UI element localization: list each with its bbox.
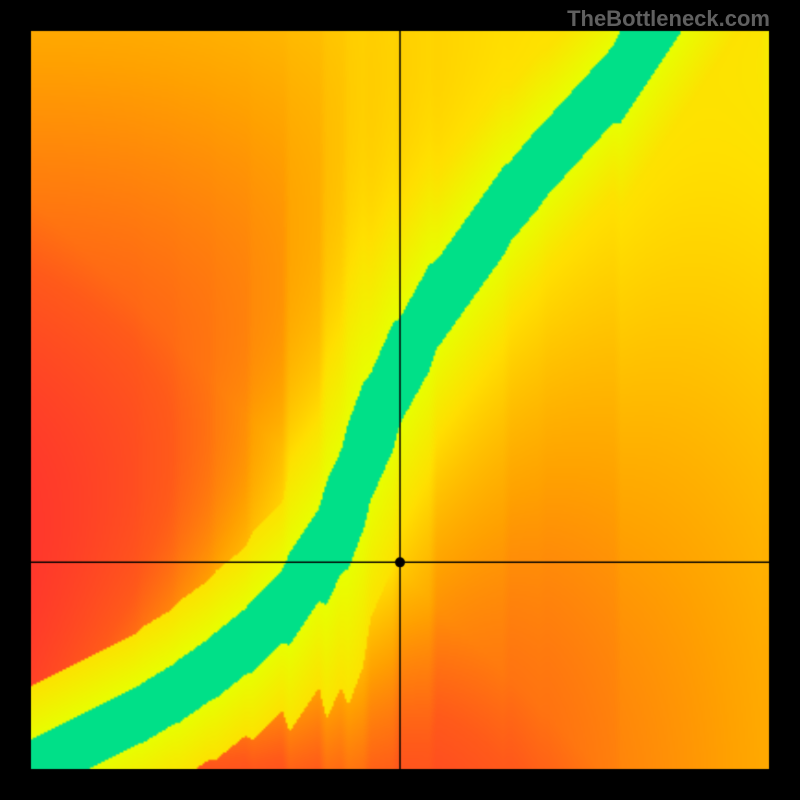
watermark-text: TheBottleneck.com bbox=[567, 6, 770, 32]
bottleneck-heatmap bbox=[0, 0, 800, 800]
chart-container: TheBottleneck.com bbox=[0, 0, 800, 800]
